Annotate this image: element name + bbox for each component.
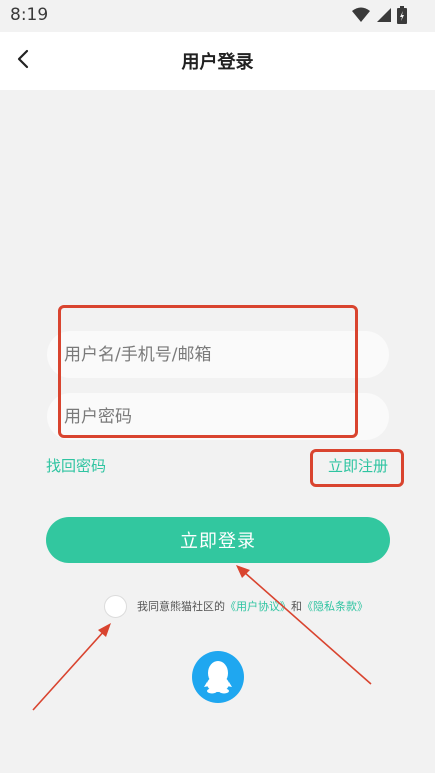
arrow-to-checkbox bbox=[32, 623, 111, 711]
agreement-prefix: 我同意熊猫社区的 bbox=[137, 600, 225, 613]
header-bar: 用户登录 bbox=[0, 32, 435, 90]
username-field-wrapper bbox=[47, 331, 389, 378]
register-link[interactable]: 立即注册 bbox=[328, 455, 388, 476]
password-input[interactable] bbox=[64, 406, 389, 427]
privacy-policy-link[interactable]: 《隐私条款》 bbox=[302, 600, 368, 613]
login-button[interactable]: 立即登录 bbox=[46, 517, 390, 563]
password-field-wrapper bbox=[47, 393, 389, 440]
battery-icon bbox=[397, 6, 407, 24]
status-time: 8:19 bbox=[10, 5, 49, 25]
agreement-row: 我同意熊猫社区的《用户协议》和《隐私条款》 bbox=[104, 594, 368, 618]
user-agreement-link[interactable]: 《用户协议》 bbox=[225, 600, 291, 613]
username-input[interactable] bbox=[64, 344, 389, 365]
wifi-icon bbox=[352, 7, 370, 22]
forgot-password-link[interactable]: 找回密码 bbox=[46, 455, 106, 476]
arrow-to-login-button bbox=[236, 565, 372, 685]
agreement-and: 和 bbox=[291, 600, 302, 613]
status-icons bbox=[352, 6, 407, 24]
agreement-checkbox[interactable] bbox=[104, 594, 127, 618]
qq-penguin-icon bbox=[204, 661, 232, 694]
signal-icon bbox=[377, 8, 391, 22]
page-title: 用户登录 bbox=[181, 52, 254, 73]
qq-login-button[interactable] bbox=[192, 651, 244, 703]
agreement-text: 我同意熊猫社区的《用户协议》和《隐私条款》 bbox=[137, 598, 368, 614]
status-bar: 8:19 bbox=[0, 0, 435, 32]
